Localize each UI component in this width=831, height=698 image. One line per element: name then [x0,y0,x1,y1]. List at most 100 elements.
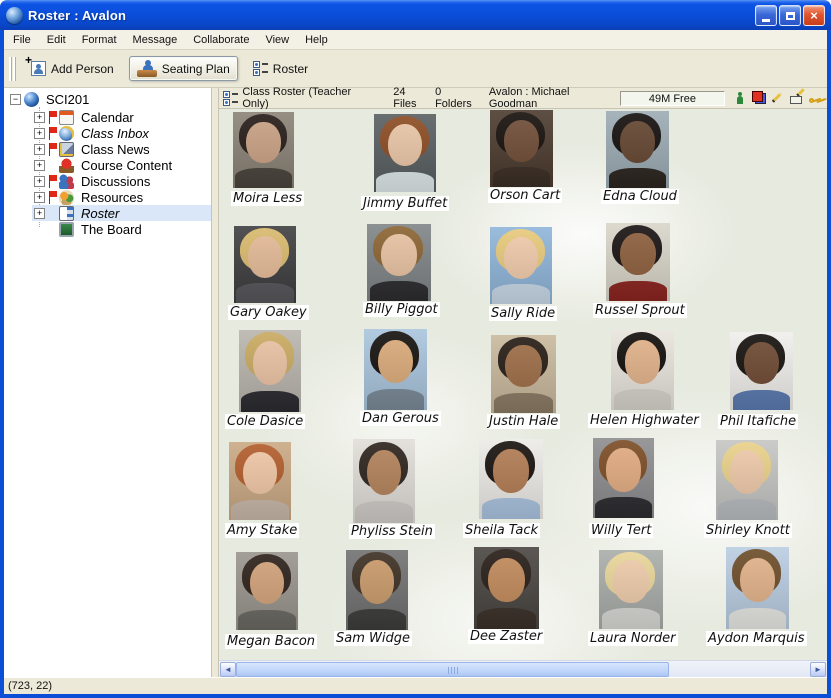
student-name-label[interactable]: Justin Hale [487,414,560,429]
student-photo[interactable] [479,439,543,519]
expand-toggle[interactable]: + [34,192,45,203]
portrait-hair [370,331,419,376]
student-photo[interactable] [611,330,674,410]
student-name-label[interactable]: Gary Oakey [228,305,309,320]
tree-item-icon [59,126,74,141]
expand-toggle[interactable]: + [34,160,45,171]
tree-item[interactable]: + Class News [4,141,211,157]
student-name-label[interactable]: Cole Dasice [225,414,305,429]
student-photo[interactable] [236,552,298,630]
roster-toolbar-button[interactable]: Roster [246,58,315,79]
student-name-label[interactable]: Dan Gerous [360,411,441,426]
toolbar-grip[interactable] [9,57,16,81]
student-name-label[interactable]: Aydon Marquis [706,631,807,646]
student-name-label[interactable]: Russel Sprout [593,303,687,318]
student-photo[interactable] [239,330,301,412]
expand-toggle[interactable]: + [34,208,45,219]
close-button[interactable]: × [803,5,825,26]
student-name-label[interactable]: Orson Cart [488,188,562,203]
tree-item[interactable]: The Board [4,221,211,237]
tree-item[interactable]: + Roster [4,205,211,221]
student-name-label[interactable]: Dee Zaster [468,629,544,644]
status-bar: (723, 22) [4,677,827,694]
student-name-label[interactable]: Edna Cloud [601,189,679,204]
envelope-pencil-icon[interactable] [790,91,804,105]
scroll-left-button[interactable]: ◄ [220,662,236,677]
add-person-button[interactable]: Add Person [24,58,121,79]
pane-splitter[interactable] [211,88,219,677]
menu-message[interactable]: Message [125,32,186,48]
minimize-icon [762,19,770,22]
minimize-button[interactable] [755,5,777,26]
student-name-label[interactable]: Megan Bacon [225,634,317,649]
maximize-button[interactable] [779,5,801,26]
student-name-label[interactable]: Willy Tert [589,523,653,538]
student-name-label[interactable]: Jimmy Buffet [361,196,449,211]
menu-help[interactable]: Help [297,32,336,48]
seating-plan-button[interactable]: Seating Plan [129,56,238,81]
tree-children: + Calendar + Class Inbox + Class News + … [4,109,211,237]
student-name-label[interactable]: Shirley Knott [704,523,792,538]
tree-item[interactable]: + Resources [4,189,211,205]
portrait-hair [352,552,400,597]
expand-toggle[interactable]: + [34,144,45,155]
student-photo[interactable] [490,227,552,304]
expand-toggle[interactable]: + [34,176,45,187]
student-name-label[interactable]: Sally Ride [489,306,557,321]
scrollbar-thumb[interactable] [236,662,669,677]
student-photo[interactable] [346,550,408,630]
student-name-label[interactable]: Billy Piggot [363,302,440,317]
student-photo[interactable] [716,440,778,520]
overlapping-windows-icon[interactable] [752,91,766,105]
menu-format[interactable]: Format [74,32,125,48]
student-photo[interactable] [364,329,427,410]
student-photo[interactable] [730,332,793,410]
portrait-torso [609,168,667,188]
student-name-label[interactable]: Laura Norder [588,631,678,646]
tree-item[interactable]: + Class Inbox [4,125,211,141]
student-name-label[interactable]: Phyliss Stein [349,524,435,539]
student-photo[interactable] [599,550,663,629]
menu-file[interactable]: File [4,32,39,48]
student-name-label[interactable]: Moira Less [231,191,304,206]
student-photo[interactable] [367,224,431,301]
portrait-hair [239,114,287,157]
student-name-label[interactable]: Sheila Tack [463,523,540,538]
key-pencil-icon[interactable] [809,91,823,105]
student-photo[interactable] [490,110,553,187]
expand-toggle[interactable]: + [34,128,45,139]
tree-item[interactable]: + Discussions [4,173,211,189]
student-photo[interactable] [491,335,556,413]
scroll-right-button[interactable]: ► [810,662,826,677]
student-name-label[interactable]: Sam Widge [334,631,412,646]
student-name-label[interactable]: Amy Stake [225,523,299,538]
student-photo[interactable] [606,223,670,301]
tree-item-label: Roster [78,206,122,221]
roster-canvas[interactable]: ◄ ► Moira Less Jimmy Buffet Orson Cart E… [219,109,827,677]
portrait-face [504,120,539,162]
menu-view[interactable]: View [257,32,297,48]
student-photo[interactable] [374,114,436,192]
student-photo[interactable] [593,438,654,518]
student-name-label[interactable]: Helen Highwater [588,413,701,428]
student-photo[interactable] [234,226,296,303]
portrait-hair [373,226,423,269]
tree-item-root[interactable]: − SCI201 [4,91,211,107]
horizontal-scrollbar[interactable]: ◄ ► [219,660,827,677]
collapse-toggle[interactable]: − [10,94,21,105]
tree-item[interactable]: + Course Content [4,157,211,173]
tree-item[interactable]: + Calendar [4,109,211,125]
student-photo[interactable] [233,112,294,188]
student-photo[interactable] [726,547,789,629]
pencil-icon[interactable] [771,91,785,105]
green-person-icon[interactable] [733,91,747,105]
student-photo[interactable] [606,111,669,188]
student-photo[interactable] [353,439,415,523]
student-photo[interactable] [229,442,291,520]
menu-edit[interactable]: Edit [39,32,74,48]
portrait-hair [599,440,647,485]
menu-collaborate[interactable]: Collaborate [185,32,257,48]
student-photo[interactable] [474,547,539,629]
student-name-label[interactable]: Phil Itafiche [718,414,798,429]
expand-toggle[interactable]: + [34,112,45,123]
